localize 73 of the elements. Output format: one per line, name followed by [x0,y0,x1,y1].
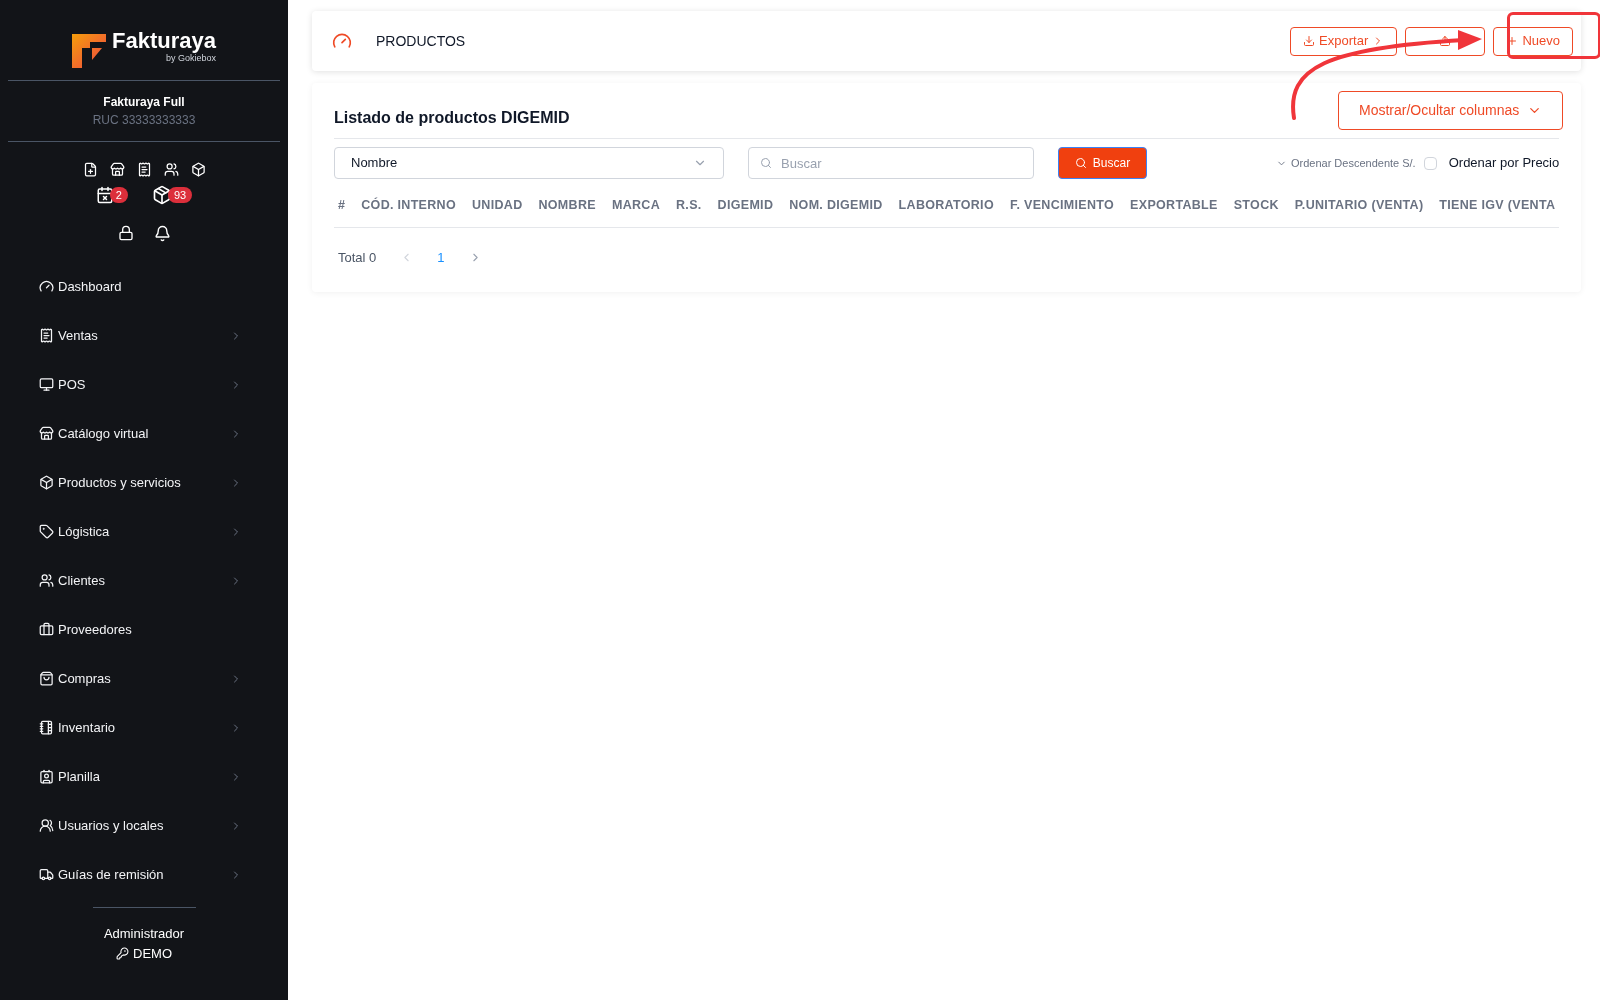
column-header: EXPORTABLE [1130,196,1218,214]
menu-item[interactable]: Proveedores [0,605,288,654]
menu-item[interactable]: Dashboard [0,262,288,311]
header-button[interactable]: Exportar [1290,26,1398,56]
user-name: DEMO [133,944,172,963]
briefcase-icon [39,622,54,637]
column-header: R.S. [676,196,702,214]
column-header: F. VENCIMIENTO [1009,196,1115,214]
company-name: Fakturaya Full [103,94,185,111]
menu-item[interactable]: Lógistica [0,507,288,556]
tag-icon [39,524,54,539]
file-plus-icon[interactable] [82,162,98,177]
price-order-checkbox[interactable]: Ordenar por Precio [1423,153,1560,173]
logo-text: Fakturaya [112,30,216,53]
store-icon [39,426,54,441]
column-header: CÓD. INTERNO [361,196,456,214]
column-header: MARCA [611,196,660,214]
lock-icon[interactable] [117,225,134,241]
upload-icon [1439,35,1452,47]
total-count: Total 0 [338,249,377,267]
user-role: Administrador [103,925,185,943]
columns-button[interactable]: Mostrar/Ocultar columnas [1337,91,1564,130]
column-header: # [338,196,346,214]
menu-item[interactable]: Clientes [0,556,288,605]
search-field[interactable]: Buscar [748,147,1034,179]
users-icon [39,573,54,588]
key-icon [116,946,129,960]
header-button[interactable]: Nuevo [1493,26,1574,56]
bell-icon[interactable] [153,225,171,242]
logo-byline: by Gokiebox [165,53,216,66]
gauge-icon [39,279,54,294]
company-ruc: RUC 33333333333 [92,112,196,129]
users-icon [39,818,54,833]
menu-item[interactable]: Inventario [0,703,288,752]
box-icon [39,475,54,490]
search-icon [760,157,772,169]
count-badge: 2 [109,186,128,204]
menu-item[interactable]: Catálogo virtual [0,409,288,458]
receipt-icon [39,328,54,343]
receipt-icon[interactable] [136,162,152,177]
filter-select[interactable]: Nombre [334,147,724,179]
menu-item[interactable]: Ventas [0,311,288,360]
contact-icon [39,769,54,784]
menu-item[interactable]: Usuarios y locales [0,801,288,850]
search-icon [1074,157,1087,169]
truck-icon [39,867,54,882]
notebook-icon [39,720,54,735]
users-icon[interactable] [163,162,179,177]
calendar-x-icon[interactable] [95,186,114,204]
bag-icon [39,671,54,686]
column-header: STOCK [1233,196,1279,214]
store-icon[interactable] [109,162,125,177]
column-header: UNIDAD [472,196,523,214]
page-title: PRODUCTOS [376,31,466,51]
menu-item[interactable]: Compras [0,654,288,703]
menu-item[interactable]: POS [0,360,288,409]
download-icon [1303,35,1316,47]
package-icon[interactable] [151,185,172,205]
column-header: NOM. DIGEMID [789,196,883,214]
column-header: LABORATORIO [898,196,994,214]
box-icon[interactable] [190,162,206,177]
monitor-icon [39,377,54,392]
menu-item[interactable]: Productos y servicios [0,458,288,507]
column-header: TIENE IGV (VENTA [1439,196,1556,214]
column-header: DIGEMID [717,196,774,214]
list-title: Listado de productos DIGEMID [334,108,570,128]
gauge-icon [332,31,352,51]
search-button[interactable]: Buscar [1058,147,1147,179]
menu-item[interactable]: Planilla [0,752,288,801]
column-header: NOMBRE [538,196,596,214]
menu-item[interactable]: Guías de remisión [0,850,288,899]
count-badge: 93 [167,186,193,204]
column-header: P.UNITARIO (VENTA) [1294,196,1424,214]
